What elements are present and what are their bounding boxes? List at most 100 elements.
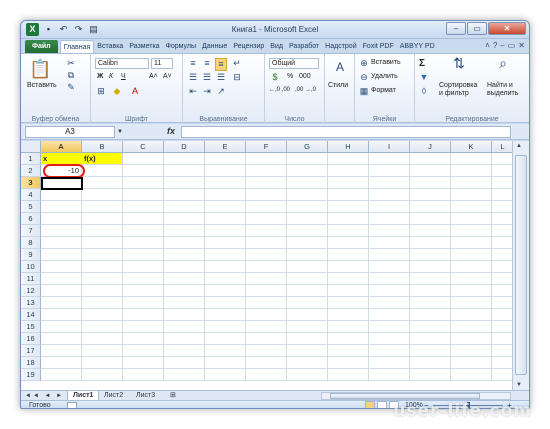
grid-cell[interactable] [451,237,492,249]
grid-cell[interactable] [246,285,287,297]
grid-cell[interactable] [410,285,451,297]
tab-file[interactable]: Файл [25,40,58,53]
grid-cell[interactable] [410,369,451,381]
grid-cell[interactable] [246,345,287,357]
grid-cell[interactable] [246,189,287,201]
row-header[interactable]: 1 [21,153,41,165]
grid-cell[interactable] [205,369,246,381]
decrease-indent-icon[interactable]: ⇤ [187,86,199,97]
grid-cell[interactable] [246,333,287,345]
grid-cell[interactable] [492,333,514,345]
grid-cell[interactable] [246,321,287,333]
grid-cell[interactable] [246,177,287,189]
grid-cell[interactable] [410,333,451,345]
grid-cell[interactable] [287,285,328,297]
styles-button[interactable]: Стили [328,82,348,89]
font-name-select[interactable]: Calibri [95,58,149,69]
grid-cell[interactable] [369,249,410,261]
grid-cell[interactable] [369,177,410,189]
grid-cell[interactable] [369,333,410,345]
grid-cell[interactable] [492,261,514,273]
grid-cell[interactable] [205,333,246,345]
grid-cell[interactable] [205,165,246,177]
grid-cell[interactable] [328,357,369,369]
grid-cell[interactable] [123,165,164,177]
column-header[interactable]: B [82,141,123,153]
grid-cell[interactable] [246,249,287,261]
grid-cell[interactable] [451,177,492,189]
grid-cell[interactable] [328,345,369,357]
grid-cell[interactable] [164,201,205,213]
grid-cell[interactable] [205,189,246,201]
grid-cell[interactable] [328,201,369,213]
grid-cell[interactable] [328,285,369,297]
grid-cell[interactable] [82,225,123,237]
grid-cell[interactable] [410,297,451,309]
grid-cell[interactable] [205,261,246,273]
row-header[interactable]: 12 [21,285,41,297]
row-header[interactable]: 4 [21,189,41,201]
grid-cell[interactable] [123,285,164,297]
grid-cell[interactable] [328,309,369,321]
grid-cell[interactable] [205,213,246,225]
paste-button[interactable]: Вставить [27,82,57,89]
grid-cell[interactable] [41,357,82,369]
grid-cell[interactable] [41,225,82,237]
grid-cell[interactable] [369,201,410,213]
grid-cell[interactable] [41,273,82,285]
grid-cell[interactable] [369,357,410,369]
grid-cell[interactable] [164,165,205,177]
grid-cell[interactable] [164,357,205,369]
grid-cell[interactable] [82,357,123,369]
wrap-text-icon[interactable]: ↵ [231,58,243,69]
column-header[interactable]: D [164,141,205,153]
grid-cell[interactable] [246,237,287,249]
grid-cell[interactable] [328,321,369,333]
grid-cell[interactable] [287,357,328,369]
grid-cell[interactable] [287,153,328,165]
grid-cell[interactable] [164,177,205,189]
grid-cell[interactable] [410,261,451,273]
grid-cell[interactable] [123,369,164,381]
font-size-select[interactable]: 11 [151,58,173,69]
grid-cell[interactable] [123,177,164,189]
grid-cell[interactable] [287,225,328,237]
grid-cell[interactable] [328,165,369,177]
grid-cell[interactable] [328,333,369,345]
grid-cell[interactable] [287,297,328,309]
row-header[interactable]: 5 [21,201,41,213]
grid-cell[interactable] [205,225,246,237]
grid-cell[interactable] [492,213,514,225]
grid-cell[interactable] [164,297,205,309]
grid-cell[interactable] [287,321,328,333]
grid-cell[interactable] [451,333,492,345]
grid-cell[interactable] [328,189,369,201]
grid-cell[interactable] [410,237,451,249]
grid-cell[interactable] [41,213,82,225]
row-header[interactable]: 3 [21,177,41,189]
grid-cell[interactable] [451,345,492,357]
grid-cell[interactable] [82,309,123,321]
column-header[interactable]: E [205,141,246,153]
grid-cell[interactable] [246,201,287,213]
fill-icon[interactable]: ▼ [419,72,429,83]
bold-button[interactable]: Ж [97,73,103,80]
tab-home[interactable]: Главная [59,40,95,53]
grid-cell[interactable] [41,189,82,201]
grid-cell[interactable] [451,225,492,237]
grid-cell[interactable] [328,369,369,381]
column-header[interactable]: K [451,141,492,153]
grid-cell[interactable] [328,237,369,249]
grid-cell[interactable] [41,201,82,213]
row-header[interactable]: 9 [21,249,41,261]
grid-cell[interactable] [123,213,164,225]
worksheet-grid[interactable]: A B C D E F G H I J K L 1 2 3 4 5 6 7 8 9 10 11 12 1… [21,141,514,390]
insert-cells-button[interactable]: Вставить [371,59,401,66]
grid-cell[interactable] [82,333,123,345]
grid-cell[interactable] [246,153,287,165]
italic-button[interactable]: К [109,73,113,80]
grid-cell[interactable] [123,297,164,309]
grid-cell[interactable] [82,249,123,261]
tab-review[interactable]: Рецензир [230,40,267,53]
grid-cell[interactable] [492,357,514,369]
